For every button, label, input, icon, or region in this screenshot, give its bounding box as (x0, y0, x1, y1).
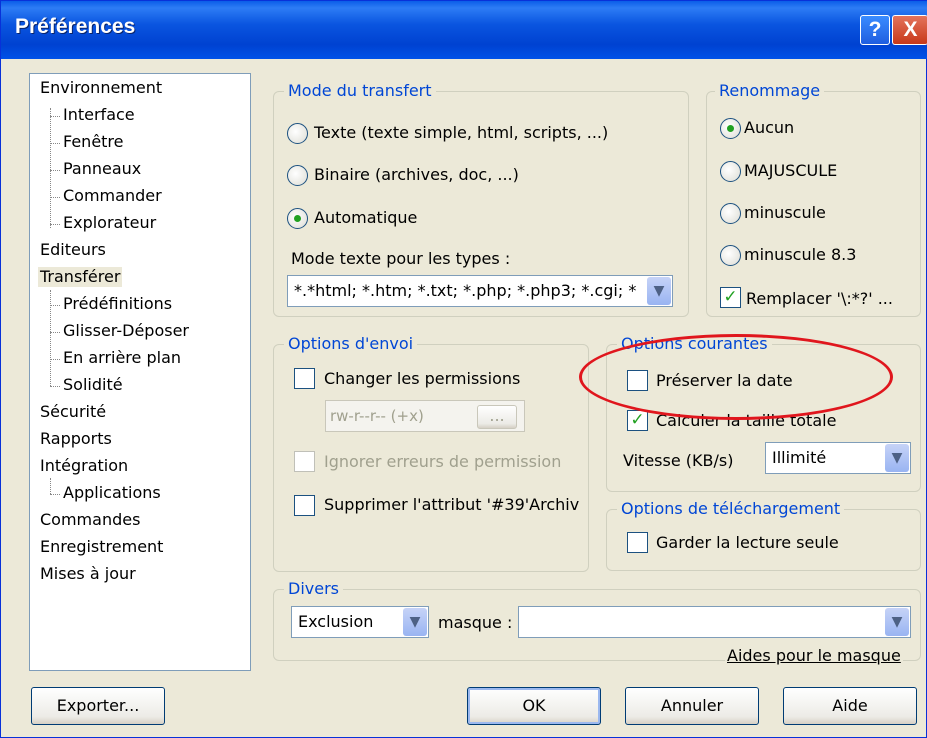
radio-rename-none-label[interactable]: Aucun (744, 118, 794, 138)
tree-item-securite[interactable]: Sécurité (40, 402, 106, 422)
tree-branch (50, 170, 60, 171)
radio-automatic-mode[interactable] (287, 208, 308, 229)
tree-connector (50, 478, 51, 494)
mask-label: masque : (438, 613, 513, 632)
ok-button[interactable]: OK (467, 687, 601, 725)
tree-item-explorateur[interactable]: Explorateur (63, 213, 156, 233)
text-types-value: *.*html; *.htm; *.txt; *.php; *.php3; *.… (294, 281, 637, 300)
permissions-button: ... (477, 405, 517, 429)
tree-branch (50, 494, 60, 495)
upload-options-title: Options d'envoi (284, 334, 418, 354)
tree-item-environnement[interactable]: Environnement (40, 78, 162, 98)
tree-branch (50, 143, 60, 144)
tree-branch (50, 359, 60, 360)
download-options-title: Options de téléchargement (617, 499, 845, 519)
text-types-combo[interactable]: *.*html; *.htm; *.txt; *.php; *.php3; *.… (287, 275, 673, 307)
radio-text-mode-label[interactable]: Texte (texte simple, html, scripts, ...) (314, 123, 608, 143)
chevron-down-icon[interactable]: ▼ (647, 277, 671, 305)
misc-title: Divers (284, 579, 343, 599)
checkbox-calc-size[interactable]: ✓ (627, 410, 648, 431)
speed-label: Vitesse (KB/s) (623, 451, 734, 470)
text-types-label: Mode texte pour les types : (291, 249, 511, 268)
tree-item-panneaux[interactable]: Panneaux (63, 159, 141, 179)
mask-help-link[interactable]: Aides pour le masque (725, 646, 903, 666)
export-button[interactable]: Exporter... (31, 687, 165, 725)
chevron-down-icon[interactable]: ▼ (885, 444, 909, 472)
chevron-down-icon[interactable]: ▼ (403, 608, 427, 636)
tree-item-solidite[interactable]: Solidité (63, 375, 123, 395)
tree-item-rapports[interactable]: Rapports (40, 429, 112, 449)
radio-rename-upper[interactable] (720, 161, 741, 182)
radio-rename-none[interactable] (720, 118, 741, 139)
filter-mode-value: Exclusion (298, 612, 374, 631)
help-title-button[interactable]: ? (860, 15, 890, 45)
checkbox-ignore-errors (294, 451, 315, 472)
tree-connector (50, 108, 51, 228)
tree-branch (50, 332, 60, 333)
tree-branch (50, 116, 60, 117)
help-button[interactable]: Aide (783, 687, 917, 725)
checkbox-replace-chars-label[interactable]: Remplacer '\:*?' ... (746, 289, 893, 309)
radio-rename-upper-label[interactable]: MAJUSCULE (744, 161, 837, 181)
checkbox-remove-archive-label[interactable]: Supprimer l'attribut '#39'Archiv (324, 495, 582, 515)
preferences-tree[interactable]: Environnement Interface Fenêtre Panneaux… (29, 73, 251, 671)
filter-mode-combo[interactable]: Exclusion ▼ (291, 606, 429, 638)
speed-value: Illimité (772, 448, 827, 467)
window-title: Préférences (15, 15, 136, 38)
chevron-down-icon[interactable]: ▼ (885, 608, 909, 636)
radio-rename-lower83-label[interactable]: minuscule 8.3 (744, 245, 856, 265)
checkbox-read-only-label[interactable]: Garder la lecture seule (656, 533, 839, 553)
tree-item-enregistrement[interactable]: Enregistrement (40, 537, 163, 557)
preferences-dialog: Préférences ? X Environnement Interface … (0, 0, 927, 738)
tree-item-commander[interactable]: Commander (63, 186, 162, 206)
tree-branch (50, 386, 60, 387)
annotation-ellipse (579, 334, 893, 420)
tree-item-integration[interactable]: Intégration (40, 456, 128, 476)
tree-branch (50, 305, 60, 306)
tree-item-applications[interactable]: Applications (63, 483, 161, 503)
checkbox-read-only[interactable] (627, 532, 648, 553)
tree-item-arriere-plan[interactable]: En arrière plan (63, 348, 181, 368)
tree-branch (50, 224, 60, 225)
cancel-button[interactable]: Annuler (625, 687, 759, 725)
radio-binary-mode-label[interactable]: Binaire (archives, doc, ...) (314, 165, 519, 185)
tree-item-fenetre[interactable]: Fenêtre (63, 132, 124, 152)
checkbox-remove-archive[interactable] (294, 495, 315, 516)
tree-item-mises-a-jour[interactable]: Mises à jour (40, 564, 136, 584)
close-button[interactable]: X (892, 15, 927, 45)
transfer-mode-title: Mode du transfert (284, 81, 436, 101)
tree-branch (50, 197, 60, 198)
radio-rename-lower-label[interactable]: minuscule (744, 203, 826, 223)
radio-text-mode[interactable] (287, 123, 308, 144)
tree-item-predefinitions[interactable]: Prédéfinitions (63, 294, 172, 314)
radio-automatic-mode-label[interactable]: Automatique (314, 208, 417, 228)
radio-binary-mode[interactable] (287, 165, 308, 186)
tree-item-editeurs[interactable]: Editeurs (40, 240, 106, 260)
tree-item-glisser-deposer[interactable]: Glisser-Déposer (63, 321, 189, 341)
checkbox-change-permissions[interactable] (294, 368, 315, 389)
rename-title: Renommage (715, 81, 825, 101)
checkbox-replace-chars[interactable]: ✓ (720, 287, 741, 308)
tree-item-interface[interactable]: Interface (63, 105, 135, 125)
tree-item-commandes[interactable]: Commandes (40, 510, 140, 530)
speed-combo[interactable]: Illimité ▼ (765, 442, 911, 474)
checkbox-change-permissions-label[interactable]: Changer les permissions (324, 369, 520, 389)
radio-rename-lower83[interactable] (720, 245, 741, 266)
title-bar[interactable]: Préférences ? X (1, 1, 927, 59)
mask-combo[interactable]: ▼ (518, 606, 911, 638)
radio-rename-lower[interactable] (720, 203, 741, 224)
tree-item-transferer[interactable]: Transférer (38, 267, 123, 287)
checkbox-ignore-errors-label: Ignorer erreurs de permission (324, 452, 562, 471)
